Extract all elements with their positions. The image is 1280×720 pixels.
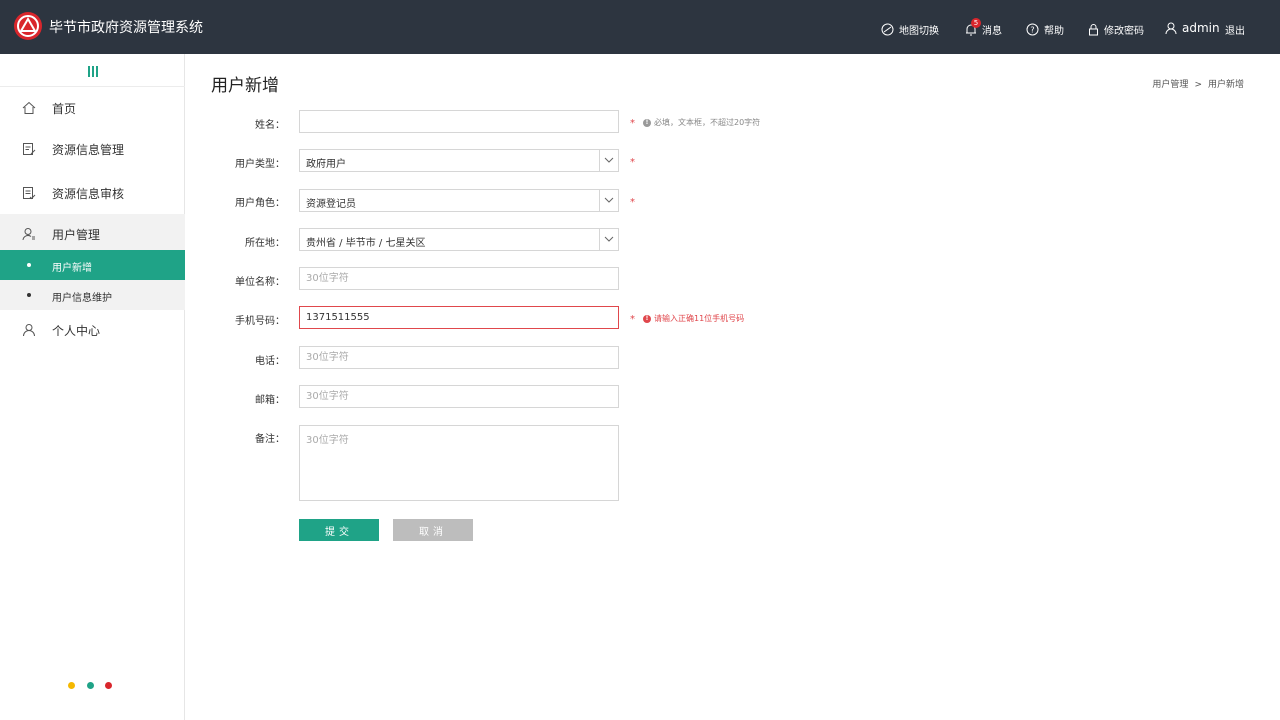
- breadcrumb-current: 用户新增: [1207, 80, 1244, 90]
- chevron-down-icon[interactable]: [599, 190, 618, 211]
- submit-button[interactable]: 提交: [299, 519, 379, 541]
- required-mark: *: [630, 314, 635, 325]
- email-label: 邮箱：: [255, 395, 285, 406]
- sidebar-item-personal-center[interactable]: 个人中心: [0, 312, 185, 348]
- org-name-input[interactable]: [299, 267, 619, 290]
- sidebar-subitem-label: 用户信息维护: [52, 293, 112, 304]
- user-role-value: 资源登记员: [306, 199, 356, 210]
- logout-label: 退出: [1225, 26, 1245, 37]
- help-button[interactable]: ? 帮助: [1026, 22, 1064, 37]
- info-icon: !: [643, 118, 651, 127]
- username: admin: [1182, 21, 1220, 35]
- mobile-error-text: 请输入正确11位手机号码: [654, 314, 745, 323]
- sidebar-item-label: 资源信息审核: [52, 187, 125, 201]
- green-dot: [87, 682, 94, 689]
- user-role-label: 用户角色：: [235, 198, 285, 209]
- logout-button[interactable]: 退出: [1225, 22, 1245, 37]
- user-type-value: 政府用户: [306, 159, 346, 170]
- mobile-error: ! 请输入正确11位手机号码: [643, 313, 744, 324]
- red-dot: [105, 682, 112, 689]
- org-name-label: 单位名称：: [235, 277, 285, 288]
- breadcrumb-separator: >: [1194, 80, 1202, 90]
- top-header: 毕节市政府资源管理系统 地图切换 5 消息 ? 帮助 修改密码 admin 退出: [0, 0, 1280, 54]
- bullet-dot: [27, 263, 31, 267]
- user-type-select[interactable]: 政府用户: [299, 149, 619, 172]
- email-input[interactable]: [299, 385, 619, 408]
- tel-label: 电话：: [255, 356, 285, 367]
- message-count-badge: 5: [971, 18, 981, 28]
- map-switch-label: 地图切换: [899, 26, 939, 37]
- bullet-dot: [27, 293, 31, 297]
- error-icon: !: [643, 314, 651, 323]
- change-password-label: 修改密码: [1104, 26, 1144, 37]
- chevron-down-icon[interactable]: [599, 229, 618, 250]
- help-icon: ?: [1026, 23, 1039, 36]
- chevron-down-icon[interactable]: [599, 150, 618, 171]
- sidebar-divider: [0, 86, 185, 87]
- sidebar-item-label: 个人中心: [52, 324, 101, 338]
- sidebar-item-label: 首页: [52, 102, 77, 116]
- yellow-dot: [68, 682, 75, 689]
- required-mark: *: [630, 197, 635, 208]
- breadcrumb-item[interactable]: 用户管理: [1152, 80, 1188, 90]
- sidebar: 首页 资源信息管理 资源信息审核 用户管理 用户新增 用户信息维护 个人中心: [0, 54, 185, 720]
- page-title: 用户新增: [211, 76, 279, 96]
- name-label: 姓名：: [255, 120, 285, 131]
- messages-label: 消息: [982, 26, 1002, 37]
- sidebar-item-label: 资源信息管理: [52, 143, 125, 157]
- home-icon: [22, 101, 36, 114]
- document-edit-icon: [23, 143, 36, 155]
- sidebar-item-home[interactable]: 首页: [0, 90, 185, 126]
- sidebar-subitem-user-maintain[interactable]: 用户信息维护: [0, 280, 185, 310]
- change-password-button[interactable]: 修改密码: [1088, 22, 1144, 37]
- app-title: 毕节市政府资源管理系统: [49, 20, 203, 36]
- breadcrumb: 用户管理 > 用户新增: [1152, 77, 1244, 90]
- review-icon: [23, 187, 36, 200]
- sidebar-collapse-icon[interactable]: [86, 66, 100, 78]
- person-icon: [23, 324, 35, 337]
- help-label: 帮助: [1044, 26, 1064, 37]
- name-hint: ! 必填，文本框，不超过20字符: [643, 117, 760, 128]
- mobile-input[interactable]: [299, 306, 619, 329]
- sidebar-item-resource-review[interactable]: 资源信息审核: [0, 175, 185, 211]
- messages-button[interactable]: 5 消息: [965, 18, 1002, 37]
- name-input[interactable]: [299, 110, 619, 133]
- location-label: 所在地：: [245, 238, 285, 249]
- user-manage-icon: [22, 228, 35, 241]
- user-icon: [1165, 22, 1177, 34]
- svg-text:?: ?: [1030, 26, 1034, 35]
- location-select[interactable]: 贵州省 / 毕节市 / 七星关区: [299, 228, 619, 251]
- name-hint-text: 必填，文本框，不超过20字符: [654, 118, 761, 127]
- app-logo-icon: [14, 12, 42, 40]
- sidebar-item-label: 用户管理: [52, 228, 101, 242]
- map-switch-icon: [881, 23, 894, 36]
- remark-label: 备注：: [255, 434, 285, 445]
- user-role-select[interactable]: 资源登记员: [299, 189, 619, 212]
- sidebar-item-user-management[interactable]: 用户管理: [0, 216, 185, 252]
- cancel-button[interactable]: 取消: [393, 519, 473, 541]
- sidebar-subitem-label: 用户新增: [52, 263, 92, 274]
- sidebar-item-resource-management[interactable]: 资源信息管理: [0, 131, 185, 167]
- required-mark: *: [630, 157, 635, 168]
- user-menu[interactable]: admin: [1165, 21, 1220, 35]
- map-switch-button[interactable]: 地图切换: [881, 22, 939, 37]
- remark-textarea[interactable]: [299, 425, 619, 501]
- location-value: 贵州省 / 毕节市 / 七星关区: [306, 238, 426, 249]
- required-mark: *: [630, 118, 635, 129]
- tel-input[interactable]: [299, 346, 619, 369]
- mobile-label: 手机号码：: [235, 316, 285, 327]
- lock-icon: [1089, 24, 1098, 36]
- user-type-label: 用户类型：: [235, 159, 285, 170]
- sidebar-subitem-user-add[interactable]: 用户新增: [0, 250, 185, 280]
